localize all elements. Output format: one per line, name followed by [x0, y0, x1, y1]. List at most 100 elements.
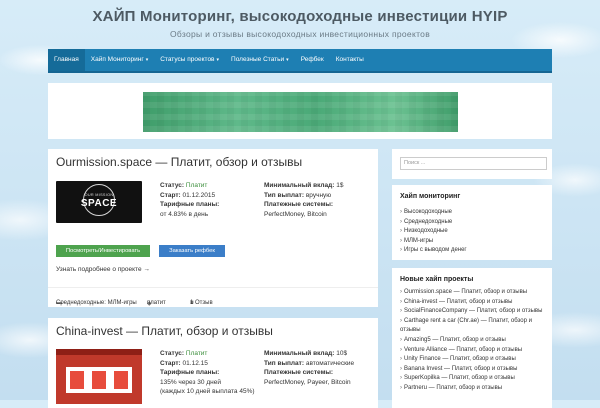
payment-systems-value: PerfectMoney, Payeer, Bitcoin: [264, 378, 351, 386]
list-item[interactable]: › Среднедоходные: [400, 218, 467, 228]
project-info-left: Статус: Платит Старт: 01.12.2015 Тарифны…: [160, 181, 256, 219]
list-item[interactable]: › Carthage rent a car (Chr.ae) — Платит, …: [400, 317, 546, 336]
nav-item-label: Главная: [54, 56, 79, 63]
project-thumbnail[interactable]: [56, 349, 142, 404]
list-item[interactable]: › Partneru — Платит, обзор и отзывы: [400, 384, 546, 394]
project-info-right: Минимальный вклад: 1$ Тип выплат: вручну…: [264, 181, 374, 219]
list-item[interactable]: › China-invest — Платит, обзор и отзывы: [400, 298, 546, 308]
project-info-right: Минимальный вклад: 10$ Тип выплат: автом…: [264, 349, 376, 387]
list-item-label: Ourmission.space — Платит, обзор и отзыв…: [404, 289, 528, 295]
list-item[interactable]: › Игры с выводом денег: [400, 246, 467, 256]
thumbnail-card: [66, 367, 132, 393]
post-card: China-invest — Платит, обзор и отзывы Ст…: [48, 318, 378, 408]
payout-value: автоматические: [305, 359, 355, 367]
site-description: Обзоры и отзывы высокодоходных инвестици…: [169, 29, 431, 39]
project-info-left: Статус: Платит Старт: 01.12.15 Тарифные …: [160, 349, 260, 397]
start-value: 01.12.2015: [182, 191, 216, 199]
post-title[interactable]: Ourmission.space — Платит, обзор и отзыв…: [56, 155, 302, 169]
nav-item-useful-articles[interactable]: Полезные Статьи ▾: [225, 49, 295, 71]
payout-value: вручную: [305, 191, 332, 199]
chevron-down-icon: ▾: [145, 57, 149, 63]
search-input[interactable]: Поиск ...: [400, 157, 547, 170]
status-label: Статус:: [160, 350, 185, 357]
nav-item-home[interactable]: Главная: [48, 49, 85, 71]
list-item[interactable]: › Banana Invest — Платит, обзор и отзывы: [400, 365, 546, 375]
list-item[interactable]: › Amazing5 — Платит, обзор и отзывы: [400, 336, 546, 346]
list-item[interactable]: › Ourmission.space — Платит, обзор и отзы…: [400, 288, 546, 298]
list-item-label: Игры с выводом денег: [404, 247, 467, 254]
list-item[interactable]: › SocialFinanceCompany — Платит, обзор и …: [400, 307, 546, 317]
list-item[interactable]: › Unity Finance — Платит, обзор и отзывы: [400, 355, 546, 365]
new-projects-list: › Ourmission.space — Платит, обзор и отзы…: [400, 288, 546, 394]
list-item-label: МЛМ-игры: [404, 237, 434, 244]
thumbnail-caption: OUR MISSION: [84, 193, 114, 197]
chevron-right-icon: ›: [400, 375, 402, 382]
list-item-label: Среднедоходные: [404, 218, 453, 225]
post-card: Ourmission.space — Платит, обзор и отзыв…: [48, 149, 378, 307]
list-item-label: SocialFinanceCompany — Платит, обзор и о…: [404, 308, 543, 315]
nav-item-hype-monitoring[interactable]: Хайп Мониторинг ▾: [85, 49, 154, 71]
nav-item-project-statuses[interactable]: Статусы проектов ▾: [154, 49, 225, 71]
list-item-label: Venture Alliance — Платит, обзор и отзыв…: [404, 346, 523, 353]
list-item[interactable]: › Низкодоходные: [400, 227, 467, 237]
post-meta: ▬ Среднедоходные: МЛМ-игры ◆ платит ■ 1 Отз…: [48, 287, 378, 308]
min-deposit-value: 10$: [336, 350, 348, 357]
chevron-right-icon: ›: [400, 317, 402, 324]
widget-title: Хайп мониторинг: [400, 193, 461, 200]
chevron-right-icon: ›: [400, 237, 402, 244]
payment-systems-value: PerfectMoney, Bitcoin: [264, 210, 327, 218]
nav-item-label: Хайп Мониторинг: [90, 56, 144, 63]
chevron-right-icon: ›: [400, 384, 402, 391]
plans-value: 135% через 30 дней: [160, 378, 221, 386]
chevron-right-icon: ›: [400, 247, 402, 254]
chevron-down-icon: ▾: [286, 57, 289, 63]
payout-label: Тип выплат:: [264, 191, 305, 199]
plans-label: Тарифные планы:: [160, 369, 220, 376]
nav-item-contacts[interactable]: Контакты: [330, 49, 370, 71]
list-item[interactable]: › МЛМ-игры: [400, 237, 467, 247]
main-nav: Главная Хайп Мониторинг ▾ Статусы проекто…: [48, 49, 552, 73]
search-widget: Поиск ...: [392, 149, 552, 179]
chevron-down-icon: ▾: [216, 57, 220, 63]
list-item-label: Partneru — Платит, обзор и отзывы: [404, 384, 503, 391]
start-label: Старт:: [160, 191, 181, 199]
chevron-right-icon: ›: [400, 218, 402, 225]
chevron-right-icon: ›: [400, 346, 402, 353]
project-thumbnail[interactable]: OUR MISSION SPACE: [56, 181, 142, 223]
site-title[interactable]: ХАЙП Мониторинг, высокодоходные инвестиц…: [0, 8, 600, 25]
chevron-right-icon: ›: [400, 228, 402, 235]
start-label: Старт:: [160, 359, 181, 367]
chevron-right-icon: ›: [400, 298, 402, 305]
chevron-right-icon: ›: [400, 308, 402, 315]
payout-label: Тип выплат:: [264, 359, 305, 367]
order-refback-button[interactable]: Заказать рефбек: [159, 245, 225, 257]
hype-monitoring-widget: Хайп мониторинг › Высокодоходные › Среднед…: [392, 185, 552, 260]
comments-label: 1 Отзыв: [190, 300, 213, 306]
list-item-label: Unity Finance — Платит, обзор и отзывы: [404, 356, 516, 363]
plans-value: от 4.83% в день: [160, 210, 209, 218]
read-more-link[interactable]: Узнать подробнее о проекте →: [56, 266, 150, 273]
min-deposit-value: 1$: [336, 182, 344, 189]
chevron-right-icon: ›: [400, 289, 402, 295]
widget-title: Новые хайп проекты: [400, 276, 474, 283]
list-item[interactable]: › SuperKopilka — Платит, обзор и отзывы: [400, 374, 546, 384]
nav-item-label: Контакты: [335, 56, 364, 63]
payment-systems-label: Платежные системы:: [264, 369, 334, 376]
list-item[interactable]: › Высокодоходные: [400, 208, 467, 218]
chevron-right-icon: ›: [400, 336, 402, 343]
view-invest-button[interactable]: Посмотреть/Инвестировать: [56, 245, 150, 257]
list-item[interactable]: › Venture Alliance — Платит, обзор и отзы…: [400, 346, 546, 356]
post-title[interactable]: China-invest — Платит, обзор и отзывы: [56, 324, 273, 338]
nav-item-label: Рефбек: [300, 56, 324, 63]
category-list: › Высокодоходные › Среднедоходные › Низкодо…: [400, 208, 467, 256]
banner-ad[interactable]: [143, 92, 458, 132]
category-label: Среднедоходные: МЛМ-игры: [56, 300, 137, 306]
chevron-right-icon: ›: [400, 209, 402, 215]
status-value: Платит: [185, 182, 208, 189]
nav-item-label: Статусы проектов: [160, 56, 215, 63]
status-label: Статус:: [160, 182, 185, 189]
plans-label: Тарифные планы:: [160, 201, 220, 208]
nav-item-refback[interactable]: Рефбек: [295, 49, 330, 71]
list-item-label: Высокодоходные: [404, 209, 452, 215]
start-value: 01.12.15: [182, 359, 208, 367]
